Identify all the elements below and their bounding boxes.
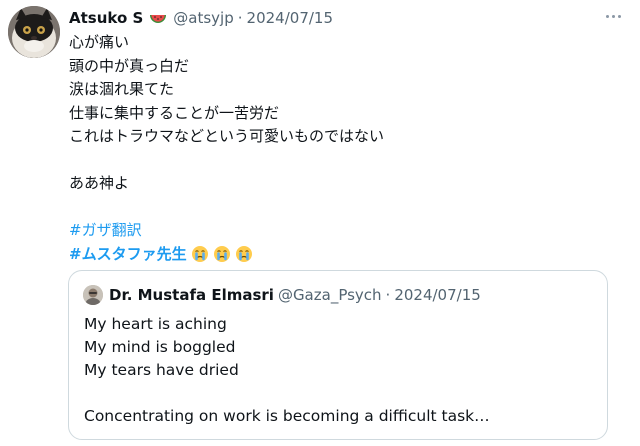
hashtag-link-text: #ムスタファ先生 <box>69 244 187 263</box>
author-handle[interactable]: @atsyjp <box>173 9 233 27</box>
quoted-tweet-line: My mind is boggled <box>84 338 236 356</box>
author-name[interactable]: Atsuko S <box>69 9 143 27</box>
header-separator: · <box>237 9 243 27</box>
crying-face-icon <box>213 246 230 263</box>
more-dot <box>611 14 615 18</box>
tweet-date[interactable]: 2024/07/15 <box>247 9 333 27</box>
quoted-header-separator: · <box>385 286 391 304</box>
quoted-tweet-text: My heart is aching My mind is boggled My… <box>84 313 490 428</box>
tweet-line: 心が痛い <box>69 33 130 51</box>
quoted-tweet-line: My heart is aching <box>84 315 227 333</box>
more-options-icon[interactable] <box>602 8 624 24</box>
tweet-line: ああ神よ <box>69 174 130 192</box>
hashtag-link[interactable]: #ガザ翻訳 <box>69 221 142 239</box>
more-dot <box>617 14 621 18</box>
tweet-line: 涙は涸れ果てた <box>69 80 175 98</box>
crying-face-icon <box>191 246 208 263</box>
author-avatar[interactable] <box>8 6 60 58</box>
person-avatar-icon <box>83 285 103 305</box>
hashtag-link-strong[interactable]: #ムスタファ先生 <box>69 243 253 267</box>
quoted-tweet-header: Dr. Mustafa Elmasri @Gaza_Psych · 2024/0… <box>83 285 481 305</box>
quoted-tweet-card[interactable]: Dr. Mustafa Elmasri @Gaza_Psych · 2024/0… <box>68 270 608 440</box>
tweet-line: これはトラウマなどという可愛いものではない <box>69 127 385 145</box>
quoted-author-avatar <box>83 285 103 305</box>
tweet-text: 心が痛い 頭の中が真っ白だ 涙は涸れ果てた 仕事に集中することが一苦労だ これは… <box>69 31 384 266</box>
quoted-tweet-line <box>84 382 490 405</box>
quoted-tweet-line: My tears have dried <box>84 361 239 379</box>
watermelon-emoji-icon <box>149 9 167 27</box>
quoted-tweet-date: 2024/07/15 <box>394 286 481 304</box>
quoted-tweet-line: Concentrating on work is becoming a diff… <box>84 407 490 425</box>
tweet-line <box>69 196 384 220</box>
cat-avatar-image <box>8 6 60 58</box>
tweet-line <box>69 149 384 173</box>
tweet-line: 頭の中が真っ白だ <box>69 56 190 75</box>
more-dot <box>605 14 609 18</box>
tweet-header: Atsuko S @atsyjp · 2024/07/15 <box>69 8 333 28</box>
quoted-author-handle: @Gaza_Psych <box>277 286 382 304</box>
crying-face-icon <box>235 246 252 263</box>
quoted-author-name: Dr. Mustafa Elmasri <box>109 286 274 304</box>
tweet-line: 仕事に集中することが一苦労だ <box>69 103 280 122</box>
